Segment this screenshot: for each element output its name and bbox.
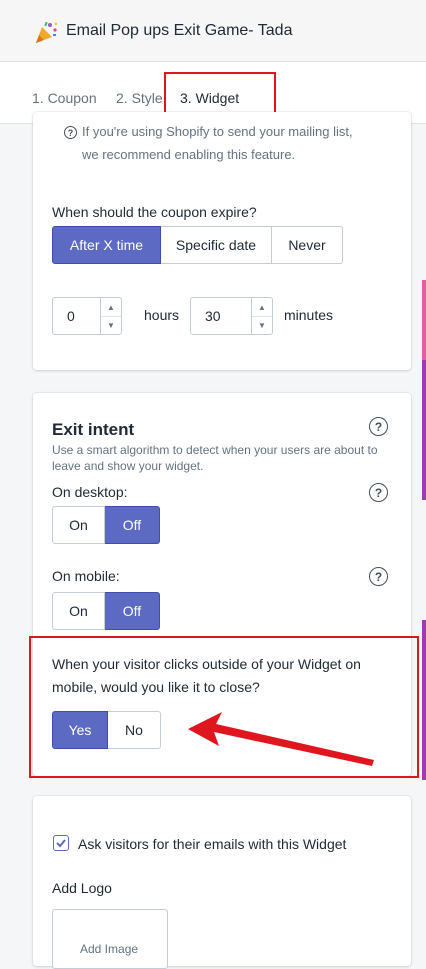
- decrement-icon[interactable]: ▼: [101, 316, 121, 334]
- coupon-settings-card: ? If you're using Shopify to send your m…: [33, 112, 411, 370]
- minutes-stepper[interactable]: 30 ▲ ▼: [190, 297, 273, 335]
- minutes-label: minutes: [284, 307, 334, 323]
- ask-emails-checkbox[interactable]: [53, 835, 69, 851]
- specific-date-button[interactable]: Specific date: [161, 226, 272, 264]
- mobile-toggle: On Off: [52, 592, 160, 630]
- tab-coupon[interactable]: 1. Coupon: [32, 90, 97, 106]
- ask-emails-label: Ask visitors for their emails with this …: [78, 836, 347, 852]
- background-strip: [422, 360, 426, 500]
- mobile-on-button[interactable]: On: [52, 592, 105, 630]
- decrement-icon[interactable]: ▼: [252, 316, 272, 334]
- expire-label: When should the coupon expire?: [52, 204, 257, 220]
- help-icon: ?: [64, 126, 77, 139]
- party-popper-icon: [36, 21, 58, 43]
- stepper-controls: ▲ ▼: [100, 298, 121, 334]
- desktop-on-button[interactable]: On: [52, 506, 105, 544]
- help-icon[interactable]: ?: [369, 567, 388, 586]
- help-icon[interactable]: ?: [369, 417, 388, 436]
- desktop-label: On desktop:: [52, 484, 128, 500]
- tab-style[interactable]: 2. Style: [116, 90, 163, 106]
- increment-icon[interactable]: ▲: [252, 298, 272, 317]
- hours-stepper[interactable]: 0 ▲ ▼: [52, 297, 122, 335]
- hours-label: hours: [144, 307, 180, 323]
- background-strip: [422, 620, 426, 780]
- annotation-arrow-icon: [188, 712, 374, 766]
- never-button[interactable]: Never: [272, 226, 343, 264]
- add-image-button[interactable]: Add Image: [52, 909, 168, 969]
- after-x-time-button[interactable]: After X time: [52, 226, 161, 264]
- exit-intent-description: Use a smart algorithm to detect when you…: [52, 443, 378, 473]
- shopify-notice-line2: we recommend enabling this feature.: [82, 147, 296, 162]
- hours-value: 0: [67, 308, 75, 324]
- background-strip: [422, 280, 426, 360]
- desktop-off-button[interactable]: Off: [105, 506, 160, 544]
- app-header: Email Pop ups Exit Game- Tada: [0, 0, 426, 62]
- add-logo-label: Add Logo: [52, 880, 112, 896]
- mobile-off-button[interactable]: Off: [105, 592, 160, 630]
- desktop-toggle: On Off: [52, 506, 160, 544]
- widget-options-card: Ask visitors for their emails with this …: [33, 796, 411, 969]
- shopify-notice-line1: If you're using Shopify to send your mai…: [82, 124, 353, 139]
- stepper-controls: ▲ ▼: [251, 298, 272, 334]
- mobile-label: On mobile:: [52, 568, 120, 584]
- add-image-label: Add Image: [80, 942, 139, 956]
- exit-intent-title: Exit intent: [52, 420, 135, 439]
- help-icon[interactable]: ?: [369, 483, 388, 502]
- minutes-value: 30: [205, 308, 221, 324]
- checkmark-icon: [56, 839, 66, 848]
- app-title: Email Pop ups Exit Game- Tada: [66, 22, 293, 39]
- increment-icon[interactable]: ▲: [101, 298, 121, 317]
- expire-segmented-control: After X time Specific date Never: [52, 226, 343, 264]
